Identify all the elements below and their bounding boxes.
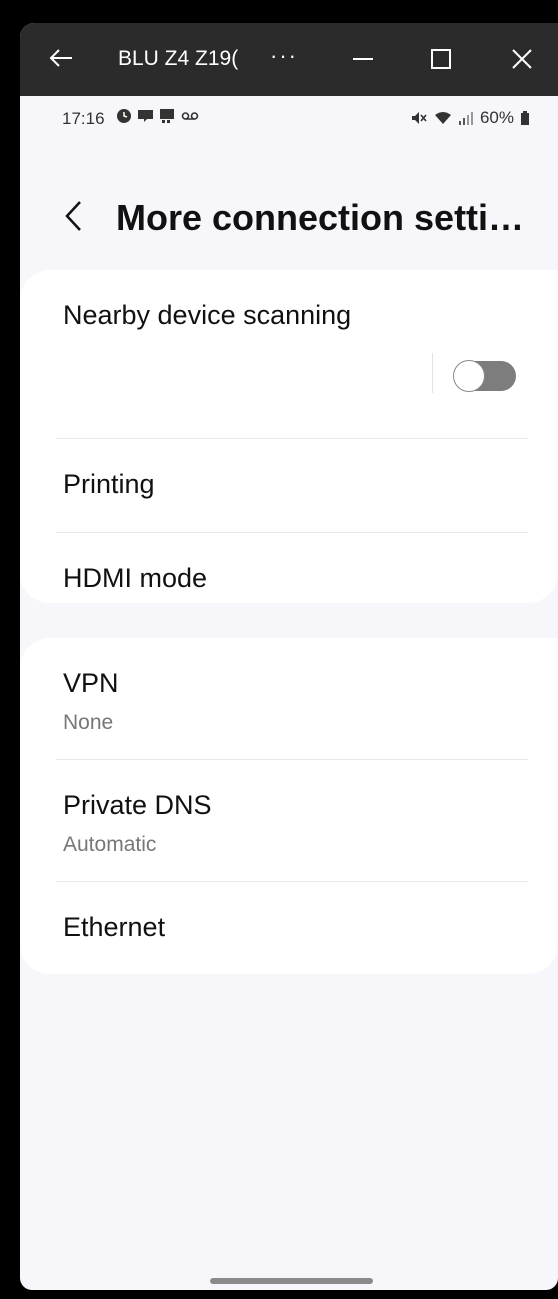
nearby-device-scanning-label: Nearby device scanning bbox=[63, 300, 352, 330]
maximize-icon[interactable] bbox=[430, 47, 452, 71]
more-options-icon[interactable]: ··· bbox=[270, 43, 298, 69]
battery-level: 60% bbox=[479, 108, 514, 127]
image-icon bbox=[160, 109, 174, 123]
home-gesture-bar[interactable] bbox=[210, 1278, 373, 1284]
status-notification-icons bbox=[116, 108, 199, 124]
settings-group-devices: Nearby device scanning Printing HDMI mod… bbox=[20, 270, 558, 603]
vpn-row[interactable]: VPN None bbox=[20, 638, 558, 759]
private-dns-value: Automatic bbox=[63, 833, 157, 856]
screen-frame: BLU Z4 Z19( ··· 17:16 60% More connectio… bbox=[0, 0, 558, 1299]
app-window: BLU Z4 Z19( ··· 17:16 60% More connectio… bbox=[20, 23, 558, 1290]
battery-icon bbox=[521, 111, 529, 125]
page-header: More connection setti… bbox=[20, 183, 558, 253]
wifi-calling-icon bbox=[434, 112, 451, 124]
status-system-icons: 60% bbox=[410, 108, 530, 128]
private-dns-row[interactable]: Private DNS Automatic bbox=[20, 760, 558, 881]
ethernet-label: Ethernet bbox=[63, 912, 166, 942]
back-arrow-icon[interactable] bbox=[46, 43, 76, 73]
voicemail-icon bbox=[181, 112, 199, 120]
vpn-value: None bbox=[63, 711, 114, 734]
chat-icon bbox=[138, 110, 153, 122]
hdmi-mode-row[interactable]: HDMI mode bbox=[20, 533, 558, 603]
hdmi-mode-label: HDMI mode bbox=[63, 563, 208, 593]
close-icon[interactable] bbox=[510, 47, 534, 71]
vpn-label: VPN bbox=[63, 668, 119, 698]
settings-group-network: VPN None Private DNS Automatic Ethernet bbox=[20, 638, 558, 974]
ethernet-row[interactable]: Ethernet bbox=[20, 882, 558, 974]
minimize-icon[interactable] bbox=[352, 47, 374, 71]
window-titlebar: BLU Z4 Z19( ··· bbox=[20, 23, 558, 96]
status-bar: 17:16 60% bbox=[20, 96, 558, 146]
nearby-device-scanning-row[interactable]: Nearby device scanning bbox=[20, 270, 558, 415]
signal-icon bbox=[458, 112, 473, 125]
printing-row[interactable]: Printing bbox=[20, 439, 558, 532]
toggle-knob bbox=[453, 360, 485, 392]
notification-dot-icon bbox=[117, 109, 131, 123]
private-dns-label: Private DNS bbox=[63, 790, 212, 820]
page-title: More connection setti… bbox=[116, 197, 525, 238]
window-title: BLU Z4 Z19( bbox=[118, 47, 239, 70]
nearby-device-scanning-toggle[interactable] bbox=[453, 360, 516, 392]
back-chevron-icon[interactable] bbox=[60, 197, 88, 235]
mute-icon bbox=[411, 112, 427, 124]
printing-label: Printing bbox=[63, 469, 155, 499]
status-time: 17:16 bbox=[62, 109, 105, 128]
toggle-divider bbox=[432, 353, 433, 393]
